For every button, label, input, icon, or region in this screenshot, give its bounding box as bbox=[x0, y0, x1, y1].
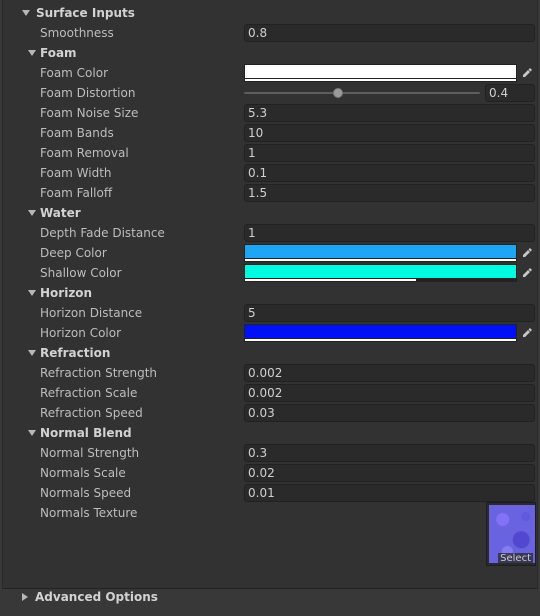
section-divider bbox=[2, 588, 538, 589]
foam-falloff-label: Foam Falloff bbox=[40, 186, 113, 200]
depth-fade-label: Depth Fade Distance bbox=[40, 226, 165, 240]
surface-inputs-section: Surface Inputs Smoothness 0.8 Foam Foam … bbox=[2, 0, 538, 588]
advanced-options-header[interactable]: Advanced Options bbox=[2, 587, 538, 607]
foam-color-label: Foam Color bbox=[40, 66, 109, 80]
eyedropper-icon[interactable] bbox=[518, 244, 536, 262]
refraction-scale-row: Refraction Scale 0.002 bbox=[3, 383, 539, 403]
shallow-color-label: Shallow Color bbox=[40, 266, 122, 280]
normals-texture-slot[interactable]: Select bbox=[486, 502, 536, 566]
surface-inputs-header[interactable]: Surface Inputs bbox=[3, 3, 539, 23]
foam-noise-size-label: Foam Noise Size bbox=[40, 106, 139, 120]
foam-distortion-label: Foam Distortion bbox=[40, 86, 136, 100]
water-title: Water bbox=[40, 206, 81, 220]
foam-header[interactable]: Foam bbox=[3, 43, 539, 63]
water-header[interactable]: Water bbox=[3, 203, 539, 223]
eyedropper-icon[interactable] bbox=[518, 64, 536, 82]
normals-texture-label: Normals Texture bbox=[40, 506, 138, 520]
refraction-speed-row: Refraction Speed 0.03 bbox=[3, 403, 539, 423]
foldout-expanded-icon[interactable] bbox=[28, 50, 36, 56]
foam-removal-field[interactable]: 1 bbox=[244, 144, 535, 162]
normal-blend-title: Normal Blend bbox=[40, 426, 132, 440]
deep-color-fill bbox=[245, 245, 516, 258]
foam-width-field[interactable]: 0.1 bbox=[244, 164, 535, 182]
horizon-distance-row: Horizon Distance 5 bbox=[3, 303, 539, 323]
advanced-options-title: Advanced Options bbox=[35, 590, 158, 604]
normal-strength-field[interactable]: 0.3 bbox=[244, 444, 535, 462]
normal-strength-row: Normal Strength 0.3 bbox=[3, 443, 539, 463]
foam-bands-row: Foam Bands 10 bbox=[3, 123, 539, 143]
eyedropper-icon[interactable] bbox=[518, 264, 536, 282]
smoothness-field[interactable]: 0.8 bbox=[244, 24, 535, 42]
foldout-expanded-icon[interactable] bbox=[22, 10, 30, 16]
deep-color-swatch[interactable] bbox=[244, 244, 517, 262]
foam-distortion-field[interactable]: 0.4 bbox=[485, 84, 535, 102]
surface-inputs-title: Surface Inputs bbox=[36, 6, 135, 20]
foam-removal-label: Foam Removal bbox=[40, 146, 129, 160]
refraction-title: Refraction bbox=[40, 346, 111, 360]
texture-select-button[interactable]: Select bbox=[498, 553, 533, 564]
foam-falloff-field[interactable]: 1.5 bbox=[244, 184, 535, 202]
foldout-expanded-icon[interactable] bbox=[28, 350, 36, 356]
foldout-expanded-icon[interactable] bbox=[28, 210, 36, 216]
refraction-header[interactable]: Refraction bbox=[3, 343, 539, 363]
refraction-scale-field[interactable]: 0.002 bbox=[244, 384, 535, 402]
deep-color-alpha-bar bbox=[245, 259, 516, 261]
refraction-speed-field[interactable]: 0.03 bbox=[244, 404, 535, 422]
horizon-color-fill bbox=[245, 325, 516, 338]
shallow-color-row: Shallow Color bbox=[3, 263, 539, 283]
smoothness-row: Smoothness 0.8 bbox=[3, 23, 539, 43]
horizon-title: Horizon bbox=[40, 286, 93, 300]
normals-scale-label: Normals Scale bbox=[40, 466, 126, 480]
normal-blend-header[interactable]: Normal Blend bbox=[3, 423, 539, 443]
material-inspector-panel: Surface Inputs Smoothness 0.8 Foam Foam … bbox=[2, 0, 538, 616]
normals-scale-row: Normals Scale 0.02 bbox=[3, 463, 539, 483]
refraction-speed-label: Refraction Speed bbox=[40, 406, 143, 420]
shallow-color-alpha-bar bbox=[245, 279, 416, 281]
refraction-scale-label: Refraction Scale bbox=[40, 386, 138, 400]
foldout-collapsed-icon[interactable] bbox=[22, 593, 28, 601]
foam-distortion-slider-track[interactable] bbox=[244, 92, 480, 94]
foam-distortion-row: Foam Distortion 0.4 bbox=[3, 83, 539, 103]
foldout-expanded-icon[interactable] bbox=[28, 290, 36, 296]
foam-noise-size-row: Foam Noise Size 5.3 bbox=[3, 103, 539, 123]
normals-speed-row: Normals Speed 0.01 bbox=[3, 483, 539, 503]
normals-speed-field[interactable]: 0.01 bbox=[244, 484, 535, 502]
horizon-color-alpha-bar bbox=[245, 339, 516, 341]
refraction-strength-label: Refraction Strength bbox=[40, 366, 157, 380]
shallow-color-fill bbox=[245, 265, 516, 278]
depth-fade-field[interactable]: 1 bbox=[244, 224, 535, 242]
normals-texture-row: Normals Texture bbox=[3, 503, 539, 523]
normals-speed-label: Normals Speed bbox=[40, 486, 132, 500]
foam-color-alpha-bar bbox=[245, 79, 516, 81]
foam-width-row: Foam Width 0.1 bbox=[3, 163, 539, 183]
horizon-distance-label: Horizon Distance bbox=[40, 306, 143, 320]
deep-color-label: Deep Color bbox=[40, 246, 107, 260]
foam-bands-label: Foam Bands bbox=[40, 126, 114, 140]
deep-color-row: Deep Color bbox=[3, 243, 539, 263]
foam-title: Foam bbox=[40, 46, 77, 60]
smoothness-label: Smoothness bbox=[40, 26, 114, 40]
horizon-color-swatch[interactable] bbox=[244, 324, 517, 342]
normal-strength-label: Normal Strength bbox=[40, 446, 140, 460]
foam-color-swatch[interactable] bbox=[244, 64, 517, 82]
foam-removal-row: Foam Removal 1 bbox=[3, 143, 539, 163]
foam-width-label: Foam Width bbox=[40, 166, 112, 180]
normals-scale-field[interactable]: 0.02 bbox=[244, 464, 535, 482]
horizon-color-label: Horizon Color bbox=[40, 326, 122, 340]
horizon-header[interactable]: Horizon bbox=[3, 283, 539, 303]
shallow-color-swatch[interactable] bbox=[244, 264, 517, 282]
foam-color-row: Foam Color bbox=[3, 63, 539, 83]
foam-color-fill bbox=[245, 65, 516, 78]
depth-fade-row: Depth Fade Distance 1 bbox=[3, 223, 539, 243]
horizon-distance-field[interactable]: 5 bbox=[244, 304, 535, 322]
foam-noise-size-field[interactable]: 5.3 bbox=[244, 104, 535, 122]
foam-bands-field[interactable]: 10 bbox=[244, 124, 535, 142]
refraction-strength-field[interactable]: 0.002 bbox=[244, 364, 535, 382]
horizon-color-row: Horizon Color bbox=[3, 323, 539, 343]
foldout-expanded-icon[interactable] bbox=[28, 430, 36, 436]
foam-distortion-slider-thumb[interactable] bbox=[333, 88, 344, 98]
refraction-strength-row: Refraction Strength 0.002 bbox=[3, 363, 539, 383]
eyedropper-icon[interactable] bbox=[518, 324, 536, 342]
foam-falloff-row: Foam Falloff 1.5 bbox=[3, 183, 539, 203]
